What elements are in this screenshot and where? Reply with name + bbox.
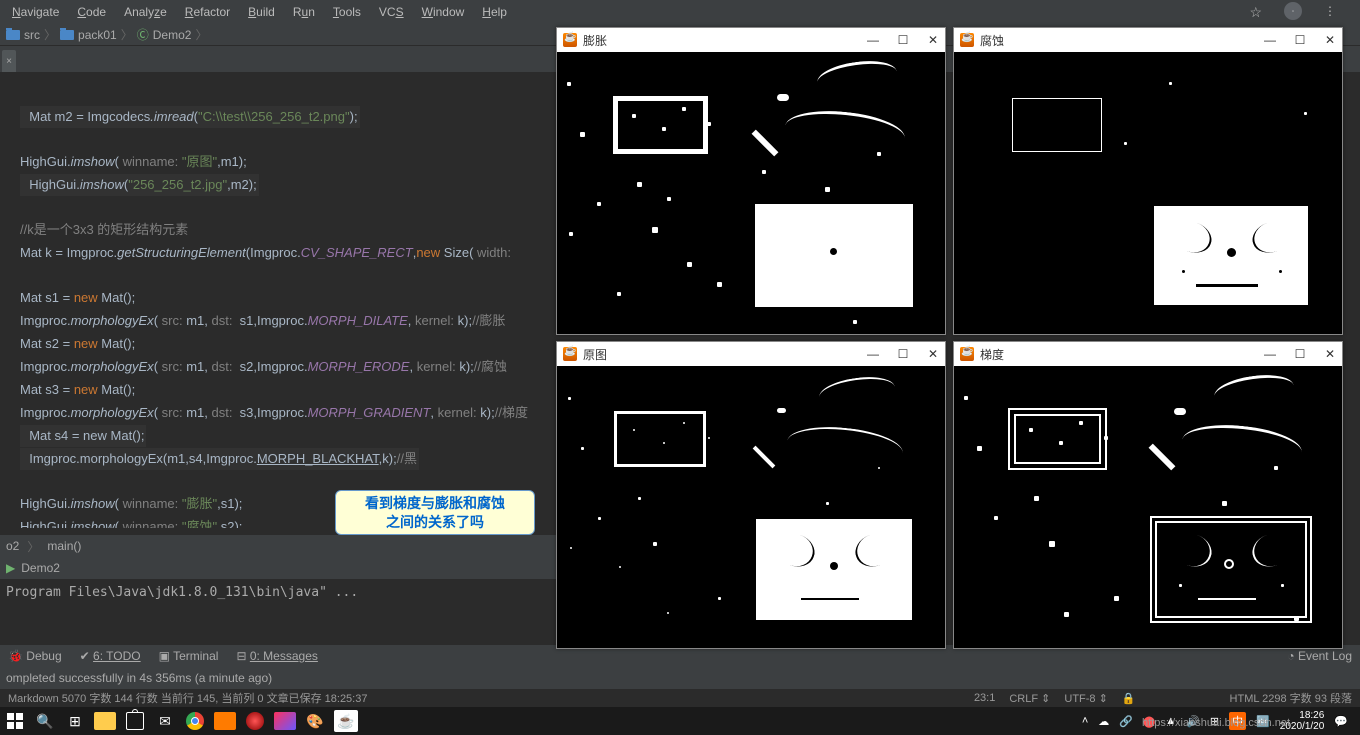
minimize-icon[interactable]: — [867,347,879,361]
search-icon[interactable]: 🔍 [34,710,56,732]
main-menu: Navigate Code Analyze Refactor Build Run… [0,0,1360,24]
maximize-icon[interactable]: ☐ [1294,347,1306,361]
breadcrumb-pack[interactable]: pack01 [78,28,117,42]
window-dilate[interactable]: 膨胀 —☐✕ [556,27,946,335]
java-icon [960,33,974,47]
terminal-tool[interactable]: ▣ Terminal [159,649,219,663]
close-icon[interactable]: ✕ [1324,347,1336,361]
explorer-icon[interactable] [94,710,116,732]
chrome-icon[interactable] [184,710,206,732]
chevron-up-icon[interactable]: ˄ [1082,715,1088,727]
app-icon-1[interactable] [214,710,236,732]
menu-window[interactable]: Window [414,3,473,21]
run-icon[interactable]: ▶ [6,561,15,575]
store-icon[interactable] [124,710,146,732]
maximize-icon[interactable]: ☐ [897,347,909,361]
close-icon[interactable]: ✕ [927,33,939,47]
folder-icon [60,30,74,40]
status-right: HTML 2298 字数 93 段落 [1230,690,1352,706]
eventlog-tool[interactable]: ◔ Event Log [1287,649,1352,663]
run-toolwindow-header: ▶ Demo2 [0,557,556,579]
menu-refactor[interactable]: Refactor [177,3,238,21]
minimize-icon[interactable]: — [1264,347,1276,361]
run-console[interactable]: Program Files\Java\jdk1.8.0_131\bin\java… [0,579,556,643]
close-tab[interactable]: × [2,50,16,72]
menu-run[interactable]: Run [285,3,323,21]
structure-nav: o2〉 main() [0,535,556,557]
app-icon-2[interactable] [244,710,266,732]
minimize-icon[interactable]: — [1264,33,1276,47]
window-erode[interactable]: 腐蚀 —☐✕ [953,27,1343,335]
java-icon [563,347,577,361]
line-sep[interactable]: CRLF ⇕ [1009,692,1050,705]
annotation-callout: 看到梯度与膨胀和腐蚀之间的关系了吗 [335,490,535,535]
class-icon: Ⓒ [137,26,149,43]
window-gradient[interactable]: 梯度 —☐✕ [953,341,1343,649]
windows-taskbar: 🔍 ⊞ ✉ 🎨 ☕ https://xiaoshuai.blog.csdn.ne… [0,707,1360,735]
start-icon[interactable] [4,710,26,732]
menu-build[interactable]: Build [240,3,283,21]
intellij-icon[interactable] [274,710,296,732]
todo-tool[interactable]: ✔ 6: TODO [80,649,141,663]
debug-tool[interactable]: 🐞 Debug [8,649,62,663]
kebab-icon[interactable]: ⋮ [1316,2,1344,23]
menu-tools[interactable]: Tools [325,3,369,21]
breadcrumb-src[interactable]: src [24,28,40,42]
mail-icon[interactable]: ✉ [154,710,176,732]
run-config-name[interactable]: Demo2 [21,561,60,575]
menu-analyze[interactable]: Analyze [116,3,175,21]
messages-tool[interactable]: ⊟ 0: Messages [236,649,317,663]
minimize-icon[interactable]: — [867,33,879,47]
watermark: https://xiaoshuai.blog.csdn.net [1142,717,1290,729]
status-bar: Markdown 5070 字数 144 行数 当前行 145, 当前列 0 文… [0,689,1360,707]
folder-icon [6,30,20,40]
java-icon [960,347,974,361]
tray-icon[interactable]: ☁ [1098,715,1109,728]
menu-help[interactable]: Help [474,3,515,21]
java-icon [563,33,577,47]
encoding[interactable]: UTF-8 ⇕ [1064,692,1107,705]
notifications-icon[interactable]: 💬 [1334,715,1348,728]
build-message: ompleted successfully in 4s 356ms (a min… [0,667,1360,689]
taskview-icon[interactable]: ⊞ [64,710,86,732]
breadcrumb-class[interactable]: Demo2 [153,28,192,42]
menu-vcs[interactable]: VCS [371,3,412,21]
paint-icon[interactable]: 🎨 [304,710,326,732]
window-original[interactable]: 原图 —☐✕ [556,341,946,649]
user-avatar-icon[interactable] [1284,2,1302,20]
maximize-icon[interactable]: ☐ [897,33,909,47]
close-icon[interactable]: ✕ [1324,33,1336,47]
tray-icon[interactable]: 🔗 [1119,715,1133,728]
star-icon[interactable]: ☆ [1241,2,1270,23]
lock-icon[interactable]: 🔒 [1122,692,1136,705]
maximize-icon[interactable]: ☐ [1294,33,1306,47]
close-icon[interactable]: ✕ [927,347,939,361]
code-editor[interactable]: Mat m2 = Imgcodecs.imread("C:\\test\\256… [0,72,556,528]
java-app-icon[interactable]: ☕ [334,710,358,732]
menu-code[interactable]: Code [69,3,114,21]
caret-pos[interactable]: 23:1 [974,692,995,704]
menu-navigate[interactable]: Navigate [4,3,67,21]
